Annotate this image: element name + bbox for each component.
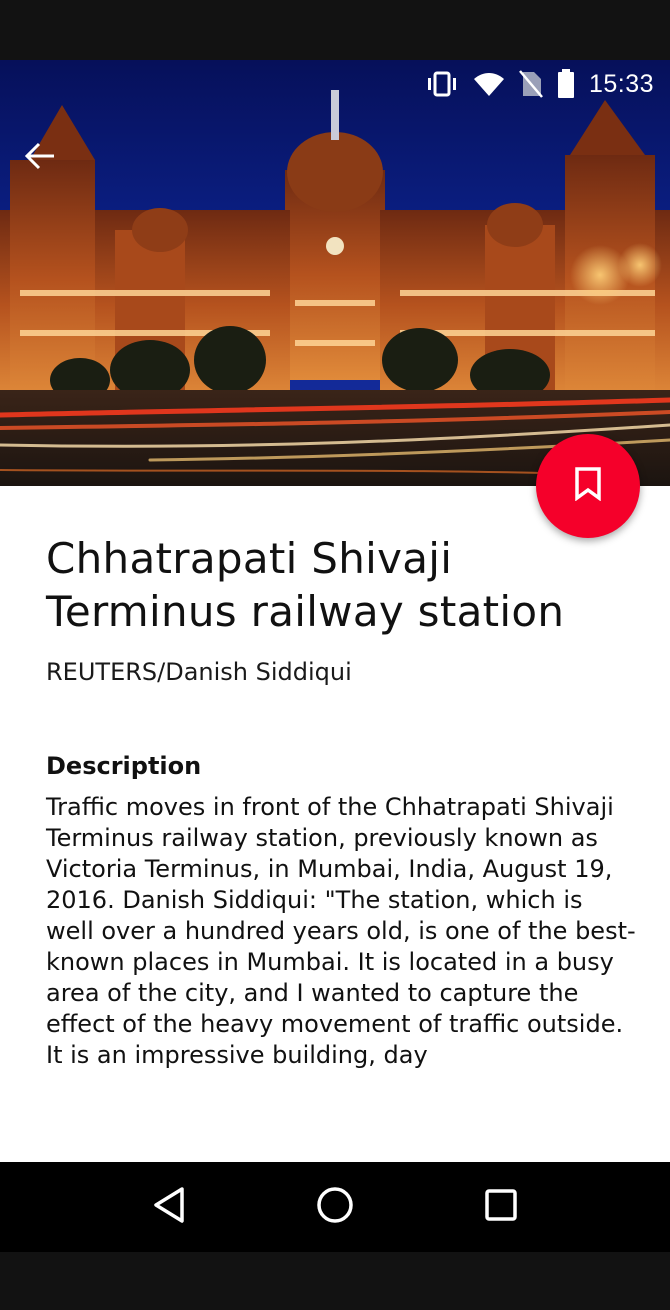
description-text: Traffic moves in front of the Chhatrapat… [46,793,636,1069]
system-nav-bar [0,1162,670,1252]
battery-icon [557,69,575,99]
home-circle-icon [316,1186,354,1228]
nav-recents-button[interactable] [471,1177,531,1237]
wifi-icon [473,71,505,97]
hero-image: 15:33 [0,60,670,486]
nav-back-button[interactable] [139,1177,199,1237]
status-bar: 15:33 [0,60,670,108]
back-triangle-icon [152,1186,186,1228]
top-letterbox [0,0,670,60]
description-heading: Description [46,752,202,780]
article-title: Chhatrapati Shivaji Terminus railway sta… [46,534,565,636]
recents-square-icon [484,1188,518,1226]
status-time: 15:33 [588,69,654,98]
bookmark-button[interactable] [536,434,640,538]
station-photo [0,60,670,486]
article-content: Chhatrapati Shivaji Terminus railway sta… [46,532,636,1071]
back-button[interactable] [24,132,80,180]
bookmark-icon [574,467,602,505]
no-sim-icon [518,70,543,98]
arrow-back-icon [24,142,56,170]
bottom-letterbox [0,1252,670,1310]
photo-credit: REUTERS/Danish Siddiqui [46,658,352,686]
nav-home-button[interactable] [305,1177,365,1237]
app-screen: 15:33 Chhatrapati Shivaji Terminus railw… [0,60,670,1162]
vibrate-icon [425,71,459,97]
